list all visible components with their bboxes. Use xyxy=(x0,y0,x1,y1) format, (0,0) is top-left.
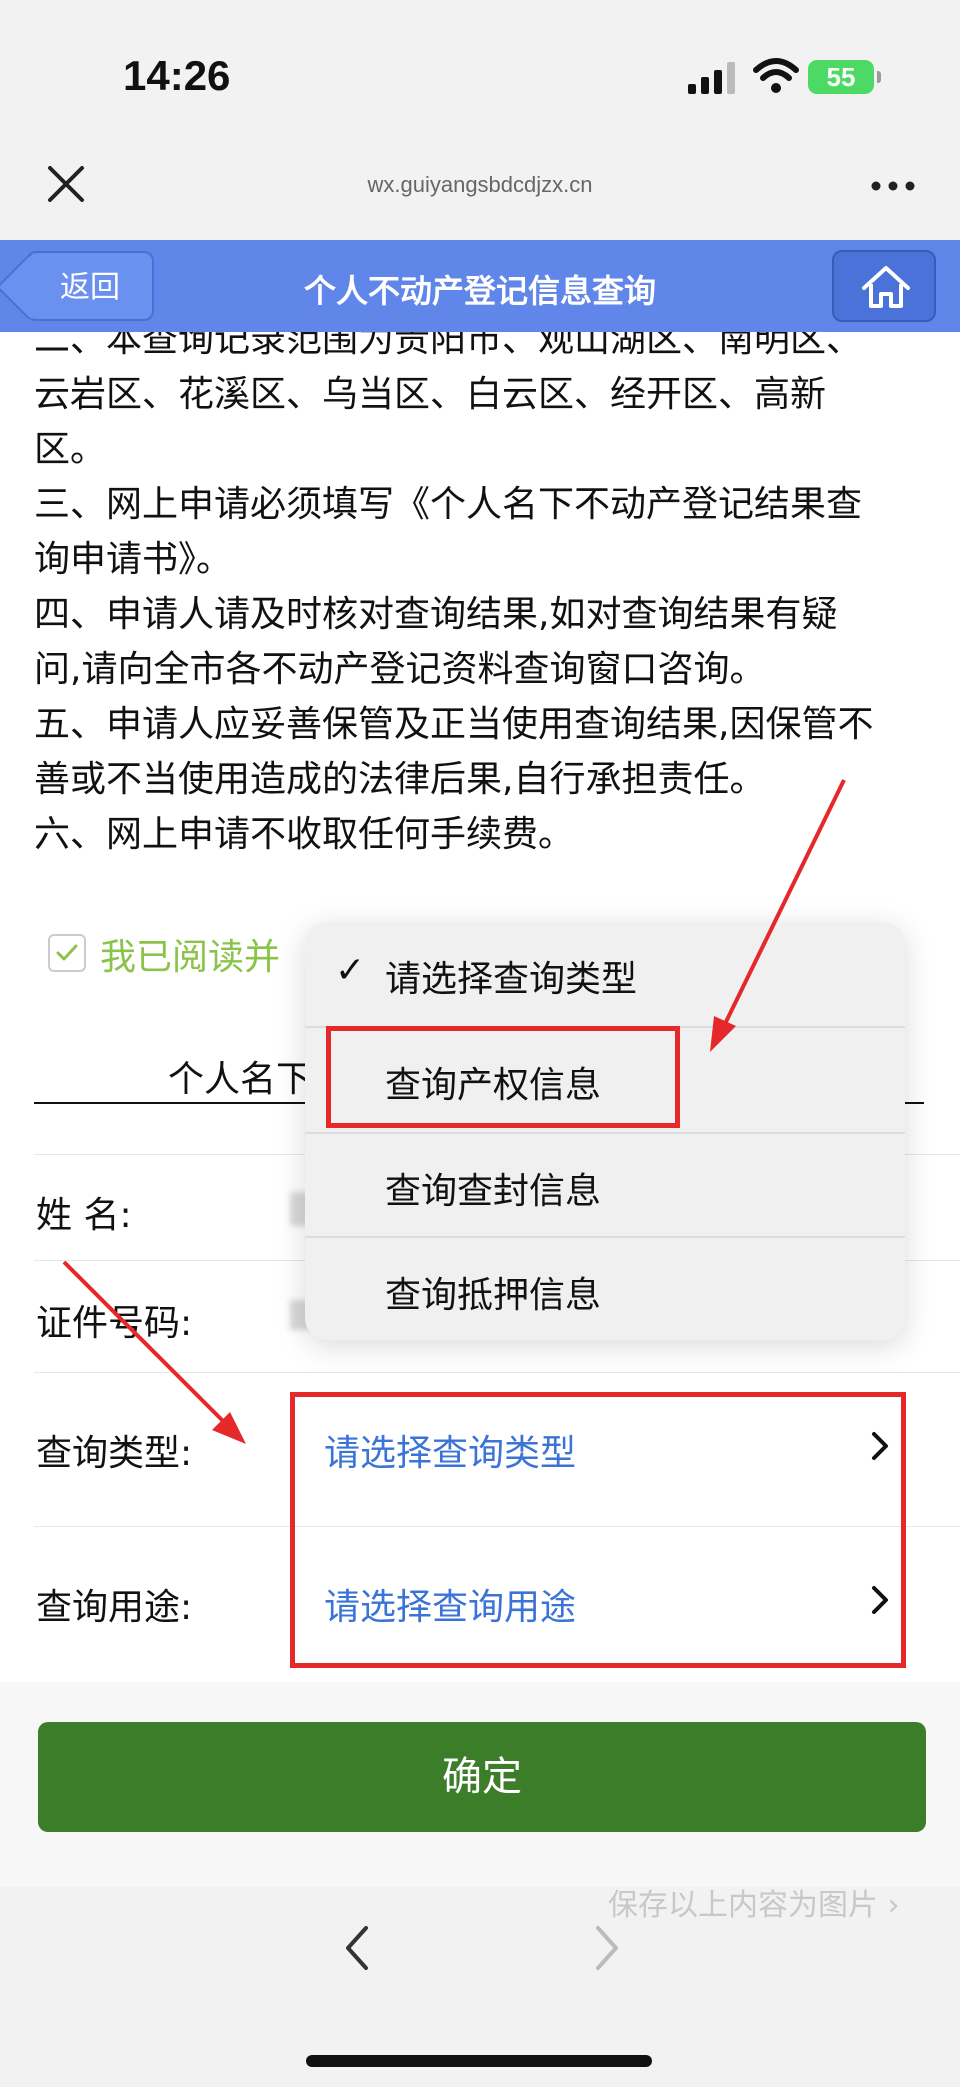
annotation-arrow-line xyxy=(720,779,846,1031)
annotation-arrow-line xyxy=(62,1260,228,1426)
annotation-arrows xyxy=(62,779,846,1444)
annotation-arrowhead xyxy=(710,1016,736,1052)
